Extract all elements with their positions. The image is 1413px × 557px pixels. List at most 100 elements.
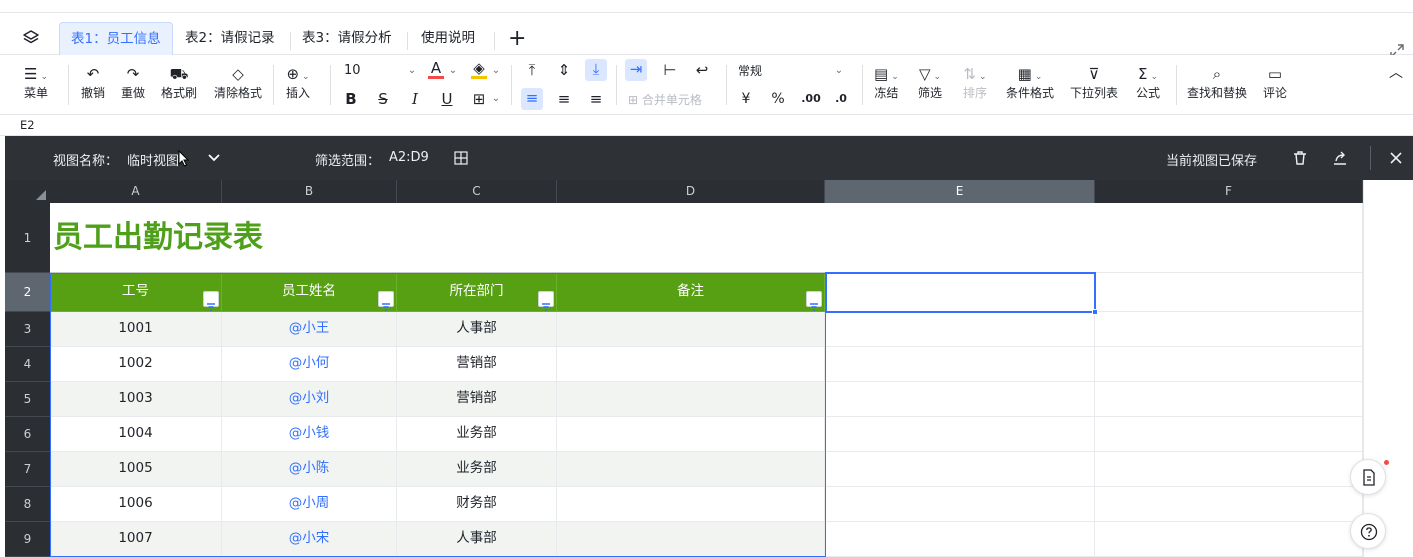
cell-id[interactable]: 1005 (50, 452, 222, 487)
help-button[interactable] (1350, 513, 1386, 549)
row-header-2[interactable]: 2 (5, 273, 50, 312)
cell-notes[interactable] (557, 417, 825, 452)
menu-button[interactable]: ☰ ⌄ 菜单 (24, 64, 48, 102)
currency-button[interactable]: ¥ (736, 89, 756, 109)
cell-notes[interactable] (557, 382, 825, 417)
grid-select-icon[interactable] (454, 151, 468, 165)
percent-button[interactable]: % (768, 89, 788, 109)
empty-cell[interactable] (825, 452, 1095, 487)
font-color-button[interactable]: A (428, 60, 444, 79)
cell-id[interactable]: 1007 (50, 522, 222, 557)
empty-cell[interactable] (1095, 522, 1363, 557)
cell-department[interactable]: 业务部 (397, 417, 557, 452)
italic-button[interactable]: I (405, 89, 425, 109)
selected-cell-e2[interactable] (825, 272, 1096, 313)
delete-icon[interactable] (1292, 150, 1308, 166)
cell-name[interactable]: @小刘 (222, 382, 397, 417)
add-tab-button[interactable]: + (508, 28, 526, 50)
empty-cell[interactable] (1095, 452, 1363, 487)
cell-notes[interactable] (557, 452, 825, 487)
align-middle-icon[interactable]: ⇕ (553, 60, 575, 80)
filter-button[interactable]: ▽ ⌄ 筛选 (918, 64, 942, 102)
empty-cell[interactable] (1095, 417, 1363, 452)
dropdown-list-button[interactable]: ⊽ 下拉列表 (1070, 64, 1118, 102)
cell-department[interactable]: 营销部 (397, 382, 557, 417)
wrap-text-icon[interactable]: ↩ (691, 60, 713, 80)
chevron-down-icon[interactable] (206, 151, 222, 165)
cell-reference[interactable]: E2 (20, 118, 35, 132)
tab-leave-records[interactable]: 表2：请假记录 (174, 22, 286, 55)
empty-cell[interactable] (1095, 203, 1363, 273)
find-replace-button[interactable]: ⌕ 查找和替换 (1187, 64, 1247, 102)
view-name-value[interactable]: 临时视图 (127, 150, 179, 169)
empty-cell[interactable] (1095, 382, 1363, 417)
chevron-down-icon[interactable]: ⌄ (490, 89, 502, 109)
decimal-increase-button[interactable]: .00 (799, 89, 823, 109)
column-header-d[interactable]: D (557, 180, 825, 203)
align-left-icon[interactable]: ≡ (521, 88, 543, 110)
cell-id[interactable]: 1003 (50, 382, 222, 417)
align-center-icon[interactable]: ≡ (553, 89, 575, 109)
align-right-icon[interactable]: ≡ (585, 89, 607, 109)
filter-icon[interactable] (378, 291, 394, 311)
column-header-e[interactable]: E (825, 180, 1095, 203)
empty-cell[interactable] (825, 382, 1095, 417)
collapse-toolbar-icon[interactable]: ︿ (1386, 63, 1406, 83)
sort-button[interactable]: ⇅ ⌄ 排序 (963, 64, 987, 102)
layers-icon[interactable] (22, 29, 40, 47)
cell-notes[interactable] (557, 522, 825, 557)
share-icon[interactable] (1332, 150, 1348, 166)
clear-format-button[interactable]: ◇ 清除格式 (214, 64, 262, 102)
wrap-overflow-icon[interactable]: ⇥ (625, 59, 647, 81)
cell-id[interactable]: 1002 (50, 347, 222, 382)
cell-notes[interactable] (557, 487, 825, 522)
decimal-decrease-button[interactable]: .0 (831, 89, 851, 109)
cell-department[interactable]: 人事部 (397, 522, 557, 557)
align-top-icon[interactable]: ⤒ (521, 60, 543, 80)
filter-icon[interactable] (806, 291, 822, 311)
sheet-title[interactable]: 员工出勤记录表 (50, 203, 1095, 273)
fill-handle[interactable] (1092, 309, 1098, 315)
fill-color-icon[interactable]: ◈ (471, 60, 487, 79)
insert-button[interactable]: ⊕ ⌄ 插入 (286, 64, 310, 102)
row-header-5[interactable]: 5 (5, 382, 50, 417)
undo-button[interactable]: ↶ 撤销 (81, 64, 105, 102)
cell-id[interactable]: 1004 (50, 417, 222, 452)
formula-button[interactable]: Σ ⌄ 公式 (1136, 64, 1160, 102)
tab-instructions[interactable]: 使用说明 (410, 22, 486, 55)
header-cell-notes[interactable]: 备注 (557, 273, 825, 312)
row-header-3[interactable]: 3 (5, 312, 50, 347)
cell-notes[interactable] (557, 347, 825, 382)
header-cell-name[interactable]: 员工姓名 (222, 273, 397, 312)
cell-department[interactable]: 营销部 (397, 347, 557, 382)
format-painter-button[interactable]: ⛟ 格式刷 (161, 64, 197, 102)
cell-id[interactable]: 1006 (50, 487, 222, 522)
filter-icon[interactable] (203, 291, 219, 311)
cell-name[interactable]: @小何 (222, 347, 397, 382)
column-header-a[interactable]: A (50, 180, 222, 203)
cell-notes[interactable] (557, 312, 825, 347)
border-icon[interactable]: ⊞ (469, 89, 489, 109)
cell-department[interactable]: 业务部 (397, 452, 557, 487)
filter-icon[interactable] (538, 291, 554, 311)
empty-cell[interactable] (1095, 273, 1363, 312)
cell-name[interactable]: @小钱 (222, 417, 397, 452)
doc-info-button[interactable] (1350, 459, 1386, 495)
empty-cell[interactable] (825, 522, 1095, 557)
underline-button[interactable]: U (437, 89, 457, 109)
select-all-corner[interactable] (5, 180, 50, 203)
header-cell-id[interactable]: 工号 (50, 273, 222, 312)
empty-cell[interactable] (1095, 312, 1363, 347)
column-header-c[interactable]: C (397, 180, 557, 203)
header-cell-department[interactable]: 所在部门 (397, 273, 557, 312)
row-header-6[interactable]: 6 (5, 417, 50, 452)
tab-leave-analysis[interactable]: 表3：请假分析 (291, 22, 403, 55)
chevron-down-icon[interactable]: ⌄ (405, 61, 419, 81)
freeze-button[interactable]: ▤ ⌄ 冻结 (874, 64, 899, 102)
font-size-select[interactable]: 10 (344, 61, 384, 81)
empty-cell[interactable] (825, 312, 1095, 347)
column-header-b[interactable]: B (222, 180, 397, 203)
redo-button[interactable]: ↷ 重做 (121, 64, 145, 102)
tab-employee-info[interactable]: 表1：员工信息 (59, 22, 173, 55)
empty-cell[interactable] (1095, 347, 1363, 382)
